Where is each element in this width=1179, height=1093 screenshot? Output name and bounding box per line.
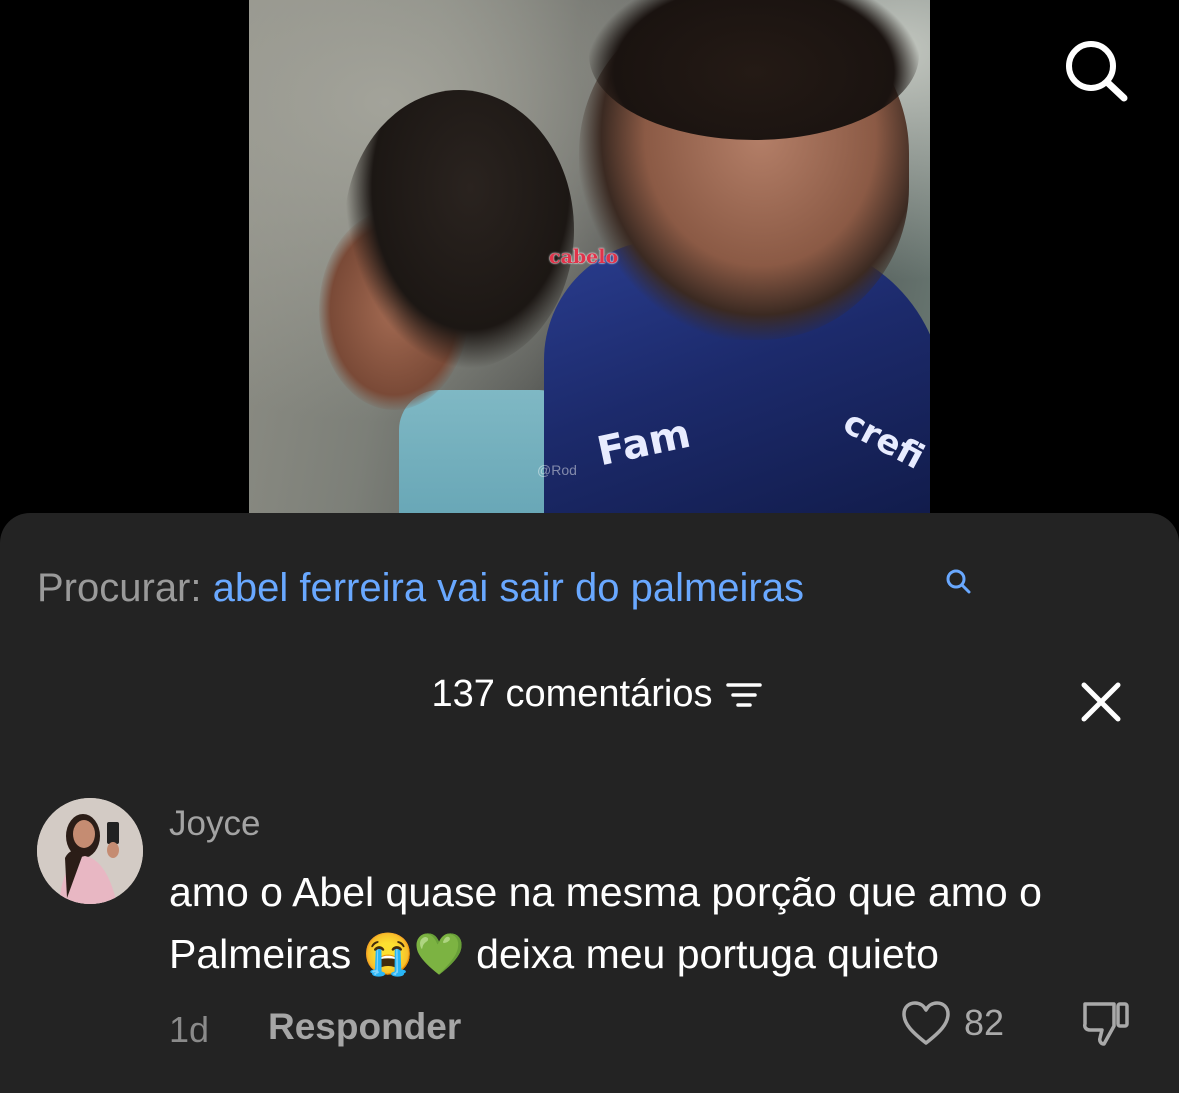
- video-player[interactable]: Fam crefi cabelo @Rod: [249, 0, 930, 513]
- video-caption: cabelo: [549, 246, 619, 268]
- close-button[interactable]: [1080, 681, 1122, 723]
- comments-sheet: Procurar: abel ferreira vai sair do palm…: [0, 513, 1179, 1093]
- like-button[interactable]: 82: [900, 999, 1004, 1047]
- dislike-button[interactable]: [1080, 998, 1132, 1053]
- video-figure-back-head: [344, 90, 574, 370]
- search-icon: [946, 569, 971, 594]
- filter-icon[interactable]: [726, 680, 763, 710]
- search-button[interactable]: [1060, 36, 1130, 102]
- search-suggestion-query[interactable]: abel ferreira vai sair do palmeiras: [213, 566, 804, 610]
- avatar-portrait: [37, 798, 143, 904]
- comments-header: 137 comentários: [0, 673, 1179, 716]
- heart-icon: [902, 1001, 950, 1045]
- close-icon: [1081, 682, 1121, 722]
- video-watermark: @Rod: [537, 462, 577, 478]
- like-count: 82: [964, 1002, 1005, 1043]
- comment-time: 1d: [169, 1009, 210, 1050]
- comment-author[interactable]: Joyce: [169, 804, 260, 844]
- search-suggestion[interactable]: Procurar: abel ferreira vai sair do palm…: [37, 566, 971, 611]
- comment-text: amo o Abel quase na mesma porção que amo…: [169, 869, 1042, 977]
- reply-button[interactable]: Responder: [268, 1006, 461, 1048]
- search-icon: [1066, 41, 1128, 102]
- avatar[interactable]: [37, 798, 143, 904]
- dislike-icon: [1083, 1002, 1129, 1046]
- search-suggestion-label: Procurar:: [37, 566, 202, 610]
- comments-count: 137 comentários: [431, 673, 713, 715]
